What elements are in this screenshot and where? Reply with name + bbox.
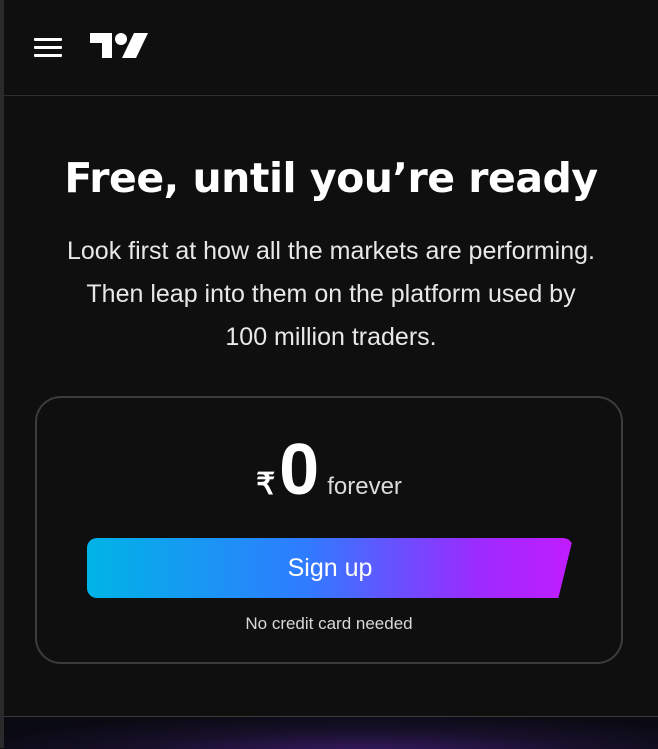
price-period: forever	[327, 473, 402, 500]
hero-title: Free, until you’re ready	[64, 154, 598, 202]
hero-subtitle-line: Then leap into them on the platform used…	[86, 280, 576, 308]
sign-up-button[interactable]: Sign up	[87, 538, 573, 598]
no-credit-card-note: No credit card needed	[245, 614, 413, 633]
price-display: ₹0 forever	[37, 434, 621, 506]
currency-symbol: ₹	[256, 468, 276, 501]
hero-subtitle: Look first at how all the markets are pe…	[30, 230, 632, 359]
window-frame-edge	[0, 0, 4, 748]
hero-subtitle-line: 100 million traders.	[225, 323, 437, 351]
hero-subtitle-line: Look first at how all the markets are pe…	[66, 237, 595, 265]
pricing-card: ₹0 forever Sign up No credit card needed	[35, 396, 623, 664]
next-section-preview	[4, 716, 658, 749]
tradingview-logo[interactable]	[90, 30, 150, 62]
price-amount: 0	[279, 430, 320, 510]
top-navigation-bar	[4, 0, 658, 96]
hamburger-menu-icon[interactable]	[34, 36, 66, 58]
